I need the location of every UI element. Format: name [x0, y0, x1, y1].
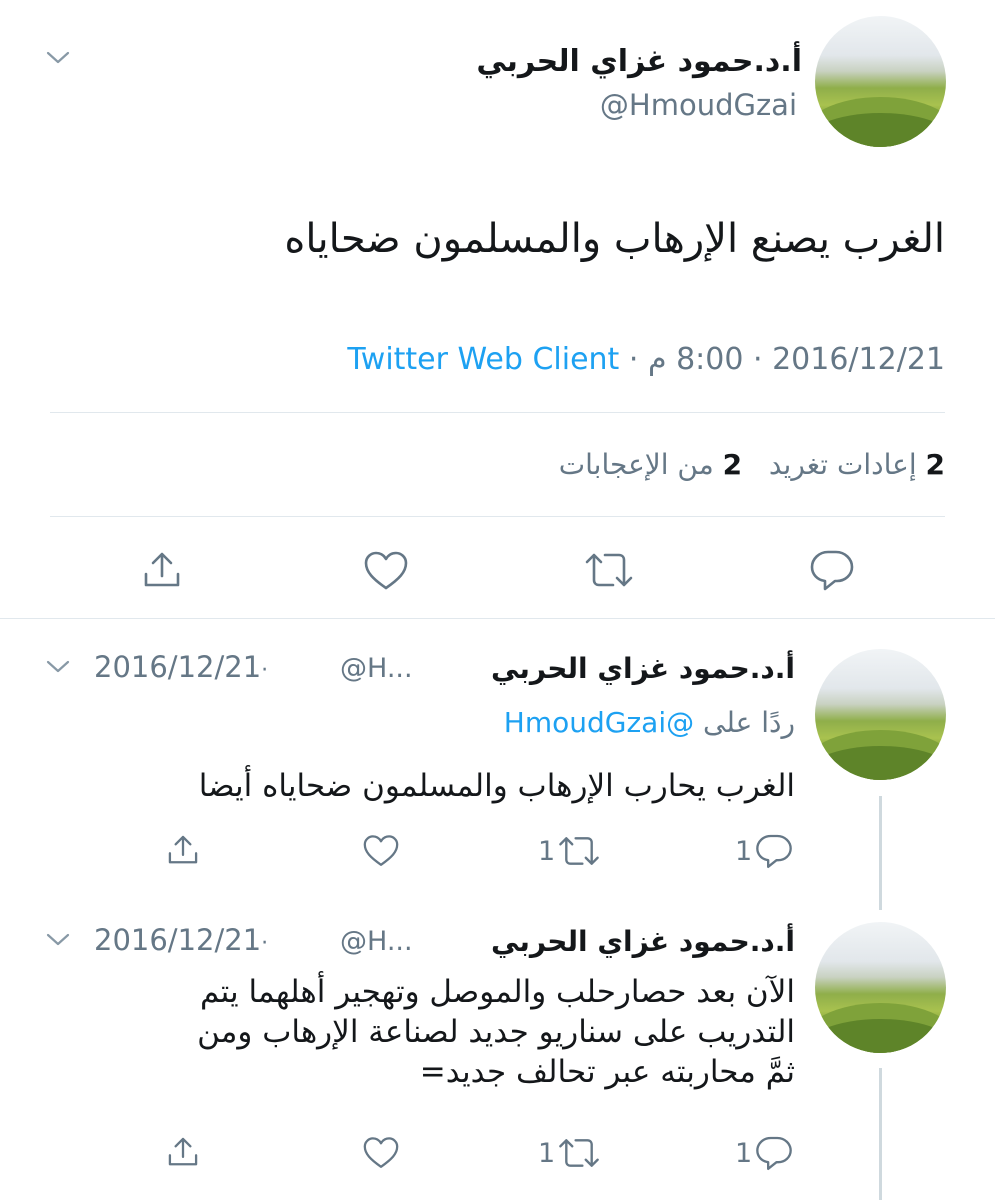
section-divider: [0, 618, 995, 619]
tweet-date: 2016/12/21: [94, 650, 262, 684]
tweet-stats: 2 إعادات تغريد 2 من الإعجابات: [559, 448, 945, 481]
share-icon[interactable]: [140, 548, 184, 592]
reply-count: 1: [735, 1138, 753, 1169]
author-name[interactable]: أ.د.حمود غزاي الحربي: [491, 925, 795, 958]
retweets-label: إعادات تغريد: [768, 448, 917, 481]
chevron-down-icon[interactable]: [44, 654, 72, 678]
author-handle[interactable]: @H...: [340, 926, 413, 957]
tweet-text: الآن بعد حصارحلب والموصل وتهجير أهلهما ي…: [95, 972, 795, 1092]
reply-icon[interactable]: [754, 1134, 794, 1172]
avatar[interactable]: [815, 16, 946, 147]
divider: [50, 412, 945, 413]
retweets-count: 2: [925, 448, 945, 481]
share-icon[interactable]: [164, 832, 202, 868]
replying-to: ردًا على @HmoudGzai: [504, 706, 795, 739]
meta-separator: ·: [261, 931, 269, 956]
like-icon[interactable]: [362, 1136, 400, 1170]
reply-date: 2016/12/21·: [94, 650, 268, 684]
reply-date: 2016/12/21·: [94, 923, 268, 957]
retweet-icon[interactable]: [557, 1136, 601, 1170]
tweet-text: الغرب يصنع الإرهاب والمسلمون ضحاياه: [284, 216, 945, 262]
author-name[interactable]: أ.د.حمود غزاي الحربي: [476, 44, 802, 79]
mention-link[interactable]: @HmoudGzai: [504, 706, 694, 739]
share-icon[interactable]: [164, 1134, 202, 1170]
chevron-down-icon[interactable]: [44, 927, 72, 951]
meta-separator: ·: [628, 342, 639, 377]
tweet-time: 8:00 م: [647, 342, 744, 377]
likes-stat[interactable]: 2 من الإعجابات: [559, 448, 742, 481]
tweet-date: 2016/12/21: [94, 923, 262, 957]
retweet-icon[interactable]: [557, 834, 601, 868]
retweet-icon[interactable]: [583, 550, 635, 590]
divider: [50, 516, 945, 517]
avatar[interactable]: [815, 922, 946, 1053]
chevron-down-icon[interactable]: [44, 45, 72, 69]
meta-separator: ·: [261, 658, 269, 683]
retweet-count: 1: [538, 1138, 556, 1169]
tweet-date: 2016/12/21: [772, 342, 945, 377]
like-icon[interactable]: [362, 834, 400, 868]
retweet-count: 1: [538, 836, 556, 867]
reply-count: 1: [735, 836, 753, 867]
retweets-stat[interactable]: 2 إعادات تغريد: [769, 448, 945, 481]
likes-label: من الإعجابات: [558, 448, 714, 481]
reply-icon[interactable]: [754, 832, 794, 870]
reply-icon[interactable]: [808, 548, 856, 592]
thread-line: [879, 1068, 882, 1200]
meta-separator: ·: [752, 342, 763, 377]
author-handle[interactable]: @H...: [340, 653, 413, 684]
avatar[interactable]: [815, 649, 946, 780]
tweet-text-line: التدريب على سناريو جديد لصناعة الإرهاب و…: [197, 1014, 795, 1050]
tweet-text-line: ثمَّ محاربته عبر تحالف جديد=: [419, 1054, 795, 1090]
thread-line: [879, 796, 882, 910]
author-name[interactable]: أ.د.حمود غزاي الحربي: [491, 652, 795, 685]
like-icon[interactable]: [363, 550, 409, 592]
author-handle[interactable]: @HmoudGzai: [600, 88, 797, 122]
tweet-text-line: الآن بعد حصارحلب والموصل وتهجير أهلهما ي…: [200, 974, 795, 1010]
replying-to-label: ردًا على: [703, 706, 795, 739]
likes-count: 2: [722, 448, 743, 481]
client-link[interactable]: Twitter Web Client: [347, 342, 619, 377]
tweet-text: الغرب يحارب الإرهاب والمسلمون ضحاياه أيض…: [198, 768, 795, 804]
tweet-meta: Twitter Web Client · 8:00 م · 2016/12/21: [347, 342, 945, 377]
